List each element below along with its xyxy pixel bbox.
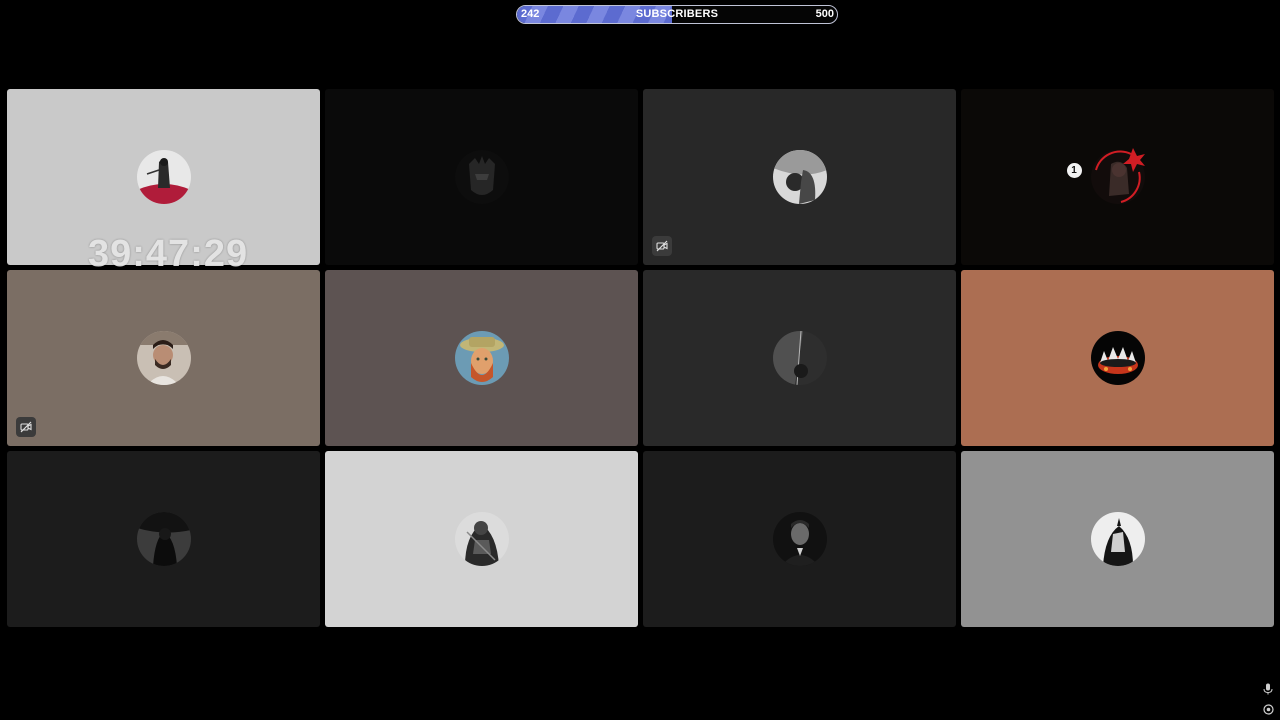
participant-avatar [454, 512, 509, 566]
participant-tile[interactable]: 1 [961, 89, 1274, 265]
countdown-timer: 39:47:29 [88, 233, 249, 275]
participant-tile[interactable] [7, 451, 320, 627]
participant-avatar [772, 512, 827, 566]
participant-tile[interactable] [325, 270, 638, 446]
participant-grid: 1 [7, 89, 1274, 627]
participant-avatar [454, 150, 509, 204]
participant-avatar [772, 331, 827, 385]
subscriber-goal-label: SUBSCRIBERS [635, 8, 719, 20]
participant-badge: 1 [1066, 163, 1082, 178]
participant-avatar [136, 331, 191, 385]
subscriber-goal-target: 500 [815, 8, 834, 20]
mic-icon[interactable] [1262, 683, 1274, 695]
participant-avatar [136, 150, 191, 204]
participant-tile[interactable] [961, 270, 1274, 446]
participant-avatar [1090, 512, 1145, 566]
participant-avatar: 1 [1066, 148, 1145, 204]
settings-icon[interactable] [1262, 703, 1274, 715]
subscriber-goal-bar: SUBSCRIBERS 242 500 [516, 5, 838, 24]
participant-tile[interactable] [643, 451, 956, 627]
participant-avatar [1090, 331, 1145, 385]
participant-avatar [454, 331, 509, 385]
participant-tile[interactable] [961, 451, 1274, 627]
subscriber-count: 242 [521, 8, 540, 20]
participant-tile[interactable] [325, 451, 638, 627]
video-off-icon [16, 417, 36, 437]
participant-tile[interactable] [325, 89, 638, 265]
participant-tile[interactable] [643, 270, 956, 446]
participant-avatar [136, 512, 191, 566]
participant-tile[interactable] [643, 89, 956, 265]
video-off-icon [652, 236, 672, 256]
participant-avatar [772, 150, 827, 204]
participant-tile[interactable] [7, 270, 320, 446]
